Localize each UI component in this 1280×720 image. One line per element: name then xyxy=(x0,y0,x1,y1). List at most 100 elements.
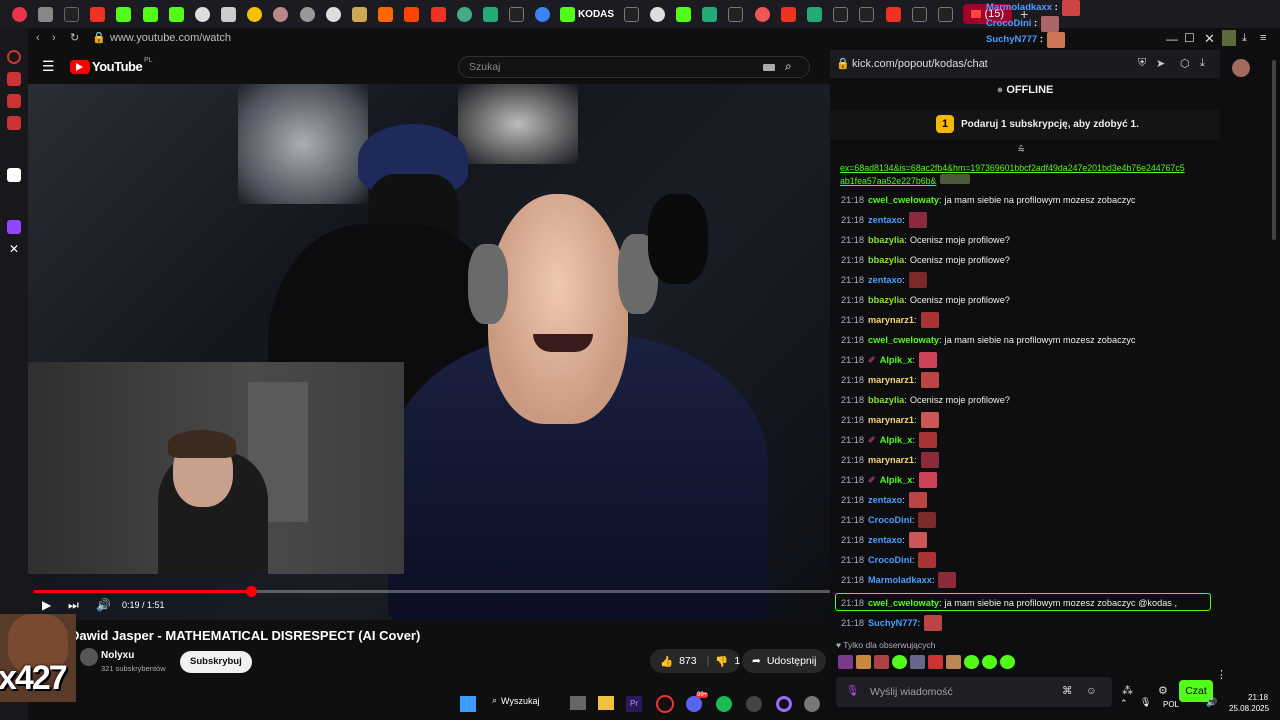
chat-username[interactable]: Marmoladkaxx xyxy=(868,572,932,588)
task-view-icon[interactable] xyxy=(570,696,586,710)
chat-username[interactable]: cwel_cwelowaty xyxy=(868,332,939,348)
chat-url[interactable]: kick.com/popout/kodas/chat xyxy=(852,58,988,70)
kick-tab-icon[interactable] xyxy=(168,6,184,22)
emote-icon[interactable] xyxy=(908,532,927,548)
windows-start-icon[interactable] xyxy=(460,696,476,712)
language-indicator[interactable]: POL xyxy=(1163,700,1179,709)
keyboard-icon[interactable] xyxy=(763,64,775,71)
tab-icon[interactable] xyxy=(352,6,368,22)
chat-username[interactable]: CrocoDini xyxy=(868,512,912,528)
emote-icon[interactable] xyxy=(856,655,871,669)
discord-icon[interactable] xyxy=(686,696,702,712)
kodas-tab[interactable]: KODAS xyxy=(559,6,614,22)
kick-tab-icon[interactable] xyxy=(116,6,132,22)
history-icon[interactable] xyxy=(7,50,21,64)
chat-username[interactable]: marynarz1 xyxy=(868,372,914,388)
tiktok-tab-icon[interactable] xyxy=(937,6,953,22)
emote-icon[interactable] xyxy=(920,452,939,468)
twitch-icon[interactable] xyxy=(7,220,21,234)
chat-link[interactable]: ex=68ad8134&is=68ac2fb4&hm=197369601bbcf… xyxy=(840,162,1185,187)
chat-username[interactable]: zentaxo xyxy=(868,492,902,508)
emote-icon[interactable] xyxy=(908,492,927,508)
app-icon[interactable] xyxy=(746,696,762,712)
next-icon[interactable]: ⏭ xyxy=(68,598,79,613)
aria-icon[interactable] xyxy=(7,168,21,182)
shield-icon[interactable]: ⛨ xyxy=(1138,57,1146,70)
tray-arrow-icon[interactable]: ⌃ xyxy=(1120,698,1128,709)
chat-username[interactable]: marynarz1 xyxy=(868,412,914,428)
progress-bar[interactable] xyxy=(34,586,830,597)
chat-username[interactable]: zentaxo xyxy=(868,272,902,288)
more-options-icon[interactable]: ⋮ xyxy=(1216,668,1227,681)
volume-tray-icon[interactable]: 🔊 xyxy=(1206,697,1217,708)
emote-icon[interactable] xyxy=(928,655,943,669)
download-icon[interactable]: ⤓ xyxy=(1200,57,1205,70)
reload-icon[interactable]: ↻ xyxy=(70,31,79,44)
kick-tab-icon[interactable] xyxy=(142,6,158,22)
kick-tab-icon[interactable] xyxy=(676,6,692,22)
emote-icon[interactable] xyxy=(920,372,939,388)
chat-username[interactable]: marynarz1 xyxy=(868,452,914,468)
volume-icon[interactable]: 🔊 xyxy=(96,598,111,612)
youtube-tab-icon[interactable] xyxy=(430,6,446,22)
emote-icon[interactable] xyxy=(908,212,927,228)
progress-scrubber[interactable] xyxy=(245,586,257,597)
send-icon[interactable]: ➤ xyxy=(1156,57,1165,70)
tab-icon[interactable] xyxy=(482,6,498,22)
obs-icon[interactable] xyxy=(776,696,792,712)
tab-icon[interactable] xyxy=(702,6,718,22)
emote-icon[interactable] xyxy=(838,655,853,669)
maximize-icon[interactable]: ☐ xyxy=(1184,31,1195,45)
emote-icon[interactable] xyxy=(918,552,937,568)
channel-name[interactable]: Nolyxu xyxy=(101,650,134,661)
tiktok-tab-icon[interactable] xyxy=(833,6,849,22)
emote-icon[interactable] xyxy=(924,615,943,631)
tab-icon[interactable] xyxy=(299,6,315,22)
subscribe-button[interactable]: Subskrybuj xyxy=(180,651,252,673)
chat-username[interactable]: Alpik_x xyxy=(880,352,913,368)
chat-username[interactable]: Alpik_x xyxy=(880,432,913,448)
microphone-icon[interactable]: 🎙 xyxy=(846,684,859,697)
chat-username[interactable]: CrocoDini xyxy=(868,552,912,568)
download-icon[interactable]: ⤓ xyxy=(1242,32,1247,45)
search-icon[interactable]: ⌕ xyxy=(785,59,792,74)
wallet-icon[interactable] xyxy=(7,116,21,130)
menu-icon[interactable]: ☰ xyxy=(42,58,55,75)
translate-icon[interactable]: ⌘ xyxy=(1062,685,1073,697)
emote-icon[interactable] xyxy=(918,432,937,448)
emote-icon[interactable] xyxy=(964,655,979,669)
tiktok-tab-icon[interactable] xyxy=(728,6,744,22)
chat-username[interactable]: bbazylia xyxy=(868,292,904,308)
scrollbar[interactable] xyxy=(1272,60,1276,240)
tab-icon[interactable] xyxy=(247,6,263,22)
tab-icon[interactable] xyxy=(378,6,394,22)
chat-username[interactable]: cwel_cwelowaty xyxy=(868,595,939,611)
youtube-tab-icon[interactable] xyxy=(90,6,106,22)
emote-icon[interactable] xyxy=(946,655,961,669)
spotify-icon[interactable] xyxy=(716,696,732,712)
forward-icon[interactable]: › xyxy=(52,32,56,44)
tab-icon[interactable] xyxy=(806,6,822,22)
emote-icon[interactable] xyxy=(982,655,997,669)
tiktok-tab-icon[interactable] xyxy=(509,6,525,22)
emote-icon[interactable] xyxy=(892,655,907,669)
x-tab-icon[interactable] xyxy=(63,6,79,22)
emote-icon[interactable] xyxy=(938,572,957,588)
tiktok-tab-icon[interactable] xyxy=(859,6,875,22)
chat-username[interactable]: zentaxo xyxy=(868,532,902,548)
chat-username[interactable]: bbazylia xyxy=(868,392,904,408)
message-input[interactable]: Wyślij wiadomość xyxy=(870,686,953,698)
chat-username[interactable]: SuchyN777 xyxy=(868,615,918,631)
clock-date[interactable]: 25.08.2025 xyxy=(1229,704,1269,713)
google-tab-icon[interactable] xyxy=(649,6,665,22)
opera-icon[interactable] xyxy=(656,695,674,713)
chat-username[interactable]: Alpik_x xyxy=(880,472,913,488)
youtube-tab-icon[interactable] xyxy=(885,6,901,22)
dislike-count[interactable]: 1 xyxy=(734,655,740,667)
search-box[interactable]: Szukaj ⌕ xyxy=(458,56,810,78)
chat-username[interactable]: bbazylia xyxy=(868,232,904,248)
play-icon[interactable]: ▶ xyxy=(42,598,51,612)
shield-icon[interactable] xyxy=(7,94,21,108)
google-tab-icon[interactable] xyxy=(325,6,341,22)
video-player[interactable] xyxy=(28,84,830,620)
